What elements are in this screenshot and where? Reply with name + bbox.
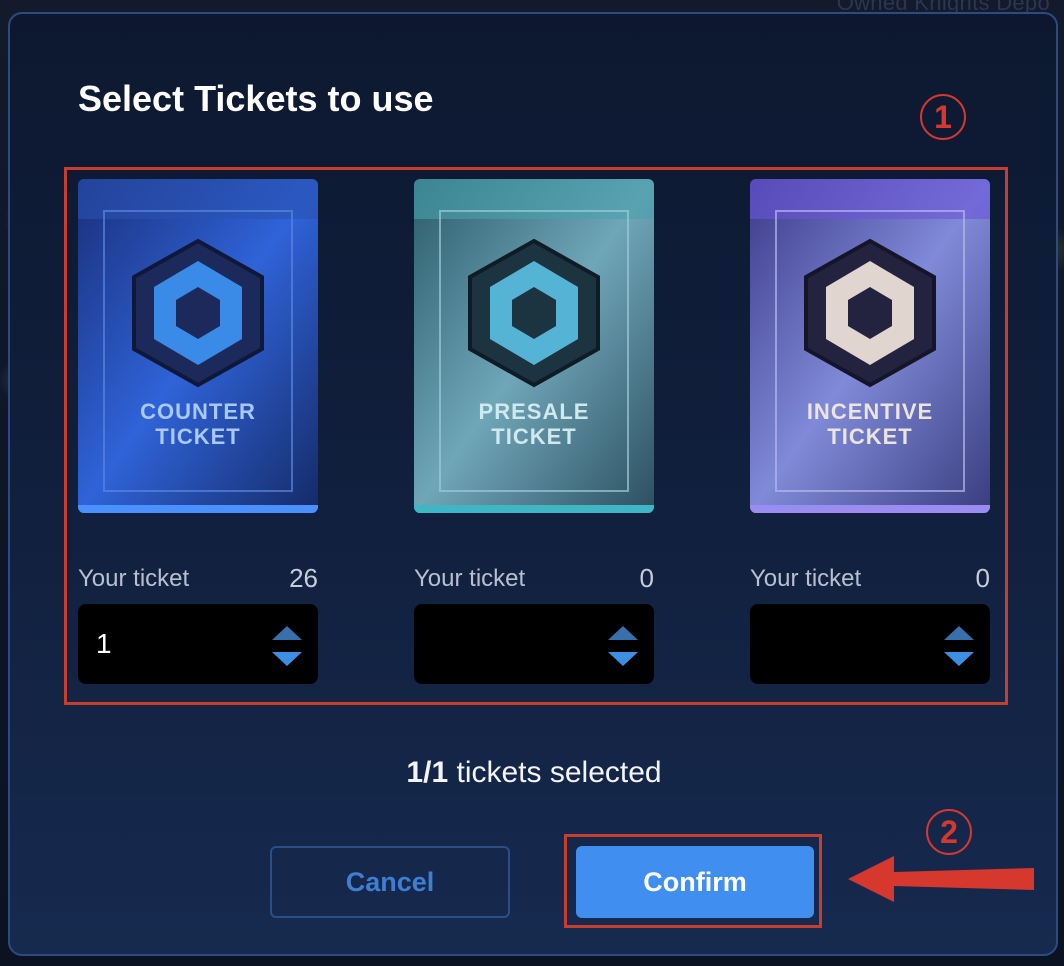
cancel-button[interactable]: Cancel [270, 846, 510, 918]
annotation-marker-1: 1 [920, 94, 966, 140]
selected-count: 1/1 [406, 756, 449, 789]
ticket-name-line1: COUNTER [140, 399, 256, 424]
selected-suffix: tickets selected [456, 756, 662, 789]
decrement-arrow-icon[interactable] [608, 652, 638, 666]
ticket-name-line2: TICKET [155, 424, 241, 449]
your-ticket-label: Your ticket [78, 565, 190, 592]
your-ticket-count: 0 [639, 563, 654, 593]
your-ticket-label: Your ticket [414, 565, 526, 592]
increment-arrow-icon[interactable] [608, 626, 638, 640]
counter-quantity-stepper[interactable]: 1 [78, 604, 318, 684]
stepper-value[interactable]: 1 [96, 628, 112, 660]
tickets-selected-summary: 1/1 tickets selected [10, 756, 1058, 790]
ticket-name-line1: INCENTIVE [806, 399, 934, 424]
incentive-quantity-stepper[interactable] [750, 604, 990, 684]
ticket-name-line2: TICKET [491, 424, 577, 449]
counter-ticket-image[interactable]: COUNTER TICKET [78, 179, 318, 513]
decrement-arrow-icon[interactable] [272, 652, 302, 666]
your-ticket-label: Your ticket [750, 565, 862, 592]
select-tickets-modal: Select Tickets to use 1 COUNTER TICKET Y… [8, 12, 1058, 956]
ticket-name-line1: PRESALE [478, 399, 590, 424]
annotation-marker-2: 2 [926, 809, 972, 855]
confirm-button[interactable]: Confirm [576, 846, 814, 918]
presale-ticket-image[interactable]: PRESALE TICKET [414, 179, 654, 513]
presale-quantity-stepper[interactable] [414, 604, 654, 684]
annotation-arrow-icon [848, 856, 1034, 902]
incentive-ticket-image[interactable]: INCENTIVE TICKET [750, 179, 990, 513]
your-ticket-count: 0 [975, 563, 990, 593]
increment-arrow-icon[interactable] [272, 626, 302, 640]
decrement-arrow-icon[interactable] [944, 652, 974, 666]
your-ticket-count: 26 [289, 563, 318, 593]
modal-title: Select Tickets to use [78, 78, 434, 119]
increment-arrow-icon[interactable] [944, 626, 974, 640]
ticket-name-line2: TICKET [827, 424, 913, 449]
